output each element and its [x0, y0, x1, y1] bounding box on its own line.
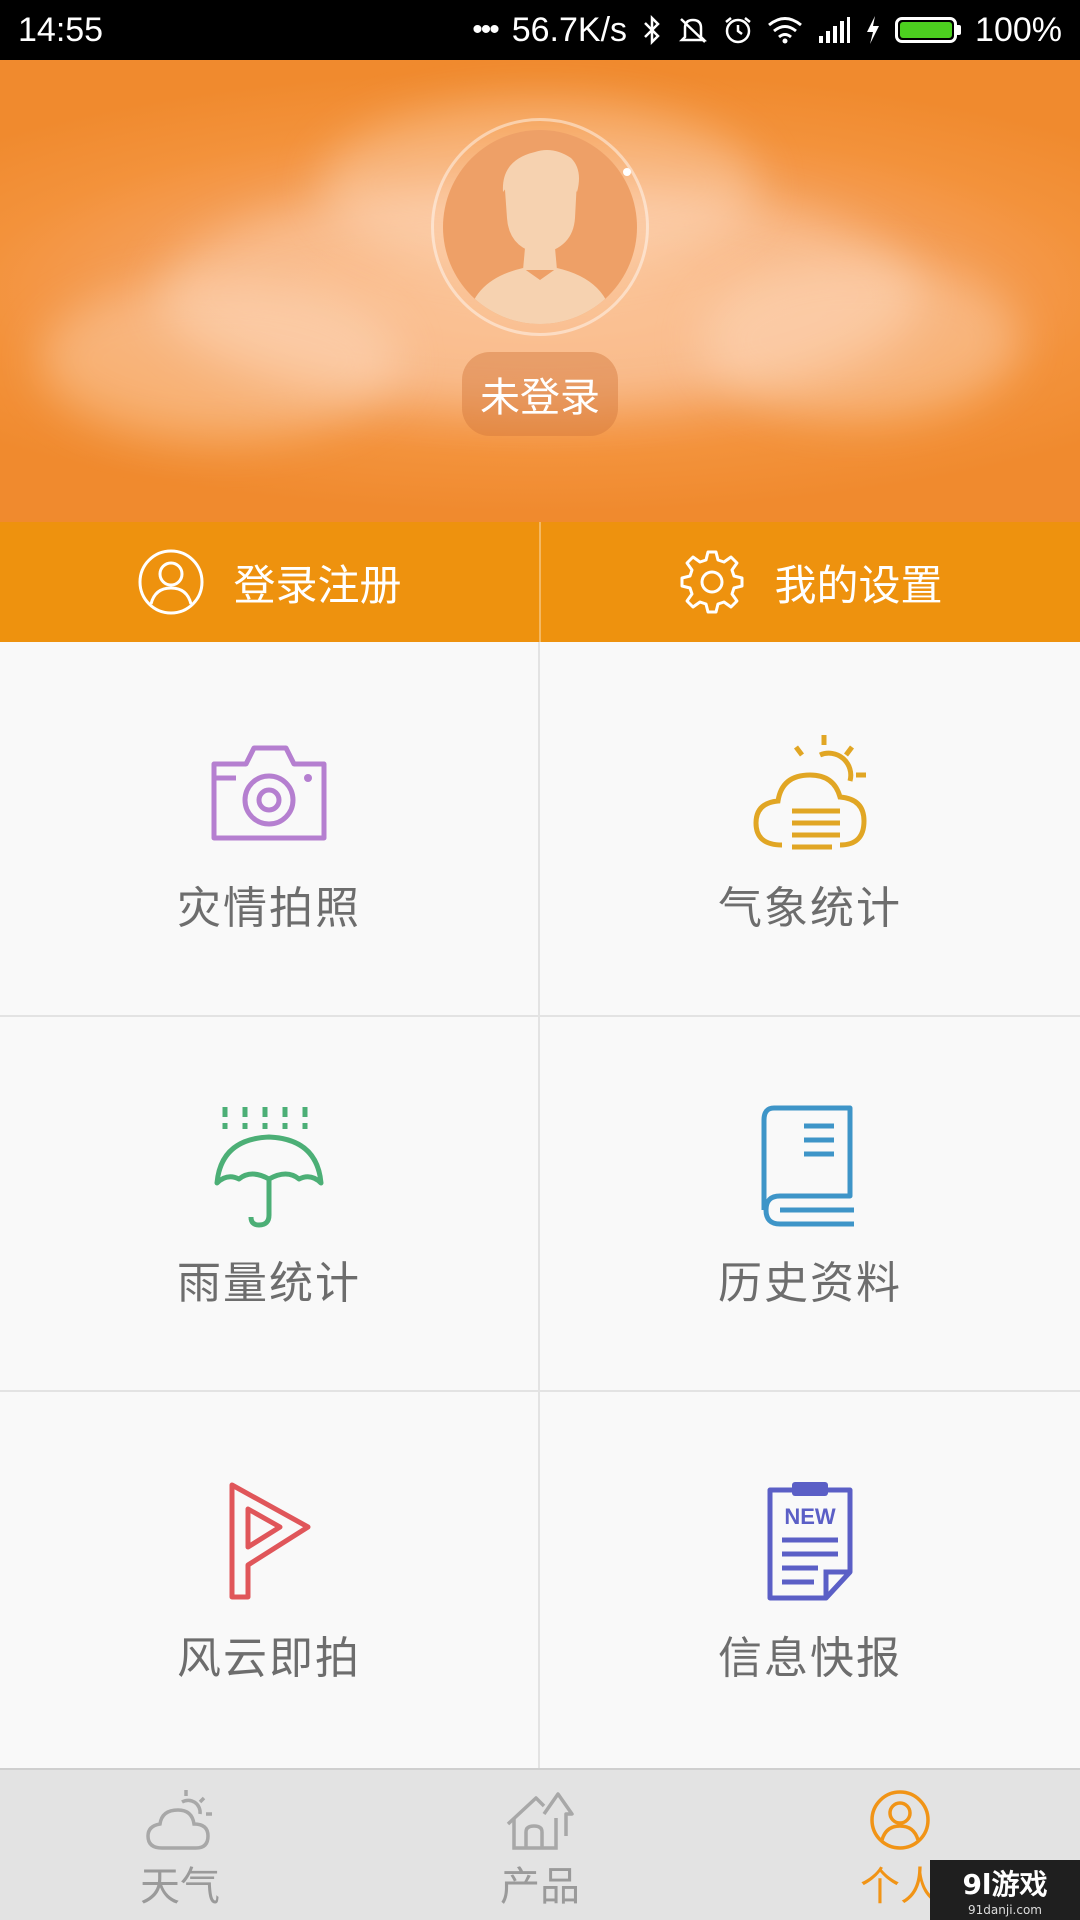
menu-item-instant-shot[interactable]: 风云即拍 — [0, 1392, 540, 1768]
sun-cloud-icon — [753, 735, 867, 850]
status-bar: 14:55 ••• 56.7K/s 100% — [0, 0, 1080, 60]
bluetooth-icon — [644, 15, 660, 45]
menu-label: 历史资料 — [718, 1258, 902, 1309]
gear-icon — [680, 550, 744, 614]
wifi-icon — [768, 17, 802, 44]
menu-label: 气象统计 — [718, 883, 902, 934]
umbrella-rain-icon — [214, 1107, 324, 1228]
avatar[interactable] — [431, 118, 649, 336]
battery-percent: 100% — [975, 10, 1062, 49]
menu-item-history[interactable]: 历史资料 — [540, 1017, 1080, 1392]
menu-item-news-flash[interactable]: NEW 信息快报 — [540, 1392, 1080, 1768]
watermark-url: 91danji.com — [968, 1903, 1042, 1917]
person-icon — [870, 1790, 930, 1850]
charging-icon — [867, 16, 880, 44]
tab-label: 天气 — [140, 1864, 220, 1910]
login-register-label: 登录注册 — [233, 560, 402, 610]
news-clipboard-icon: NEW — [767, 1482, 853, 1601]
my-settings-button[interactable]: 我的设置 — [541, 522, 1080, 642]
my-settings-label: 我的设置 — [774, 560, 943, 610]
network-speed: 56.7K/s — [511, 10, 628, 49]
menu-item-weather-stats[interactable]: 气象统计 — [540, 642, 1080, 1017]
signal-icon — [819, 17, 851, 43]
login-register-button[interactable]: 登录注册 — [0, 522, 539, 642]
menu-label: 信息快报 — [718, 1633, 902, 1684]
house-icon — [506, 1792, 574, 1850]
status-time: 14:55 — [18, 10, 104, 49]
menu-label: 风云即拍 — [177, 1633, 361, 1684]
user-circle-icon — [138, 549, 204, 615]
watermark-title: 9l游戏 — [962, 1868, 1048, 1901]
weather-icon — [146, 1790, 212, 1850]
watermark-logo: 9l游戏 91danji.com — [930, 1860, 1080, 1920]
status-icons: ••• 56.7K/s 100% — [472, 11, 1062, 50]
news-badge: NEW — [784, 1504, 836, 1529]
alarm-icon — [725, 17, 751, 44]
menu-label: 雨量统计 — [177, 1258, 361, 1309]
more-dots: ••• — [472, 13, 499, 46]
battery-icon — [895, 17, 962, 43]
bottom-nav: 天气 产品 个人 — [0, 1768, 1080, 1920]
tab-weather[interactable]: 天气 — [0, 1770, 360, 1920]
play-arrow-icon — [229, 1482, 311, 1600]
menu-item-disaster-photo[interactable]: 灾情拍照 — [0, 642, 540, 1017]
default-avatar-icon — [467, 150, 613, 324]
tab-label: 产品 — [500, 1864, 580, 1910]
tab-products[interactable]: 产品 — [360, 1770, 720, 1920]
book-icon — [761, 1105, 854, 1227]
menu-label: 灾情拍照 — [177, 883, 361, 934]
profile-header: 未登录 — [0, 60, 1080, 522]
login-status-badge[interactable]: 未登录 — [462, 352, 618, 436]
tab-label: 个人 — [860, 1864, 940, 1910]
action-bar: 登录注册 我的设置 — [0, 522, 1080, 642]
feature-grid: 灾情拍照 气象统计 雨量统计 历史资料 风云即拍 NEW 信息快报 — [0, 642, 1080, 1768]
mute-icon — [679, 18, 708, 43]
camera-icon — [211, 745, 327, 841]
menu-item-rainfall-stats[interactable]: 雨量统计 — [0, 1017, 540, 1392]
